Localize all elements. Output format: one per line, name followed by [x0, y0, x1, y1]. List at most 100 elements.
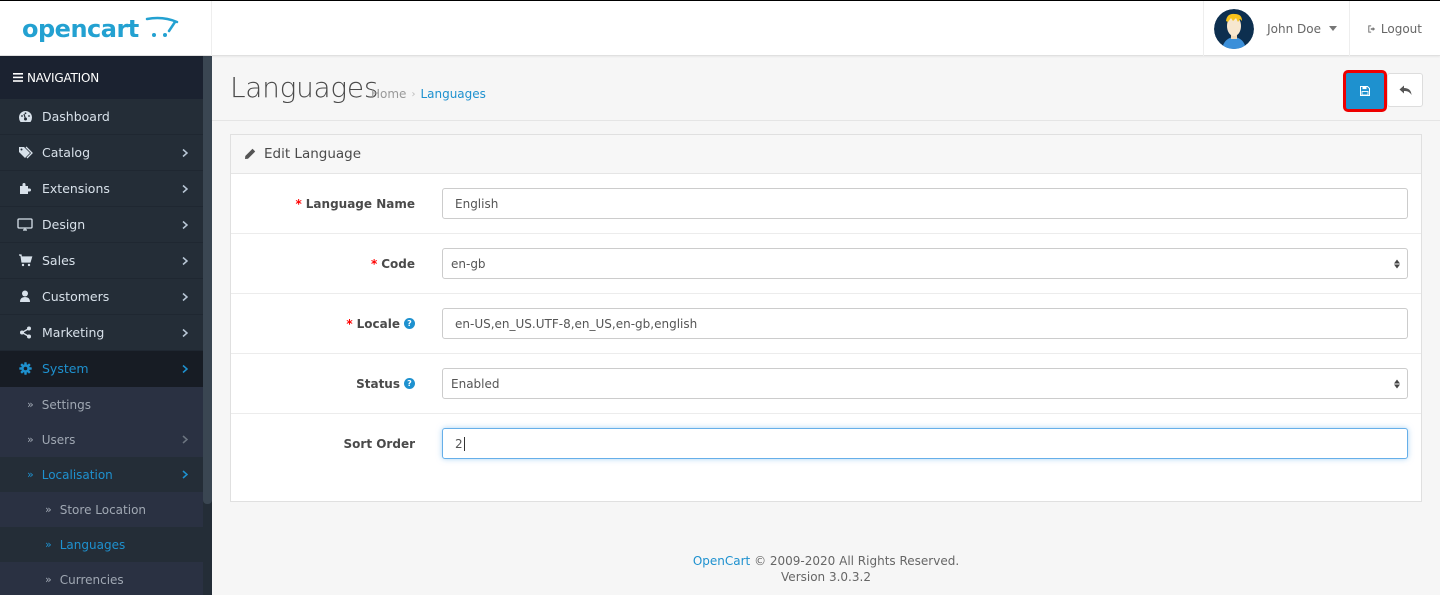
panel-heading: Edit Language — [231, 135, 1421, 174]
double-angle-right-icon: » — [45, 573, 52, 586]
puzzle-icon — [17, 181, 33, 197]
select-value: Enabled — [451, 376, 500, 391]
required-asterisk: * — [295, 196, 302, 211]
sidebar-subitem-label: Users — [41, 432, 76, 447]
page-header: Languages Home › Languages — [212, 56, 1440, 121]
form-row-code: * Code en-gb — [231, 234, 1421, 294]
chevron-right-icon — [182, 181, 189, 196]
sidebar-subitem-label: Localisation — [41, 467, 113, 482]
user-icon — [17, 289, 33, 305]
question-circle-icon[interactable]: ? — [404, 318, 415, 329]
cart-icon — [17, 253, 33, 269]
sidebar-item-label: Extensions — [42, 181, 110, 196]
form-row-sort-order: Sort Order 2 — [231, 414, 1421, 474]
sidebar-subitem-label: Settings — [41, 397, 91, 412]
sidebar-item-label: Design — [42, 217, 86, 232]
sidebar-item-dashboard[interactable]: Dashboard — [0, 99, 203, 135]
form-row-status: Status ? Enabled — [231, 354, 1421, 414]
double-angle-right-icon: » — [45, 538, 52, 551]
sidebar-item-marketing[interactable]: Marketing — [0, 315, 203, 351]
save-button[interactable] — [1343, 70, 1387, 112]
sidebar-scrollbar-thumb[interactable] — [203, 56, 212, 504]
bars-icon — [13, 73, 23, 82]
logo-text: opencart — [22, 14, 139, 43]
sidebar-item-label: Catalog — [42, 145, 91, 160]
back-button[interactable] — [1387, 73, 1423, 107]
double-angle-right-icon: » — [27, 468, 34, 481]
status-select[interactable]: Enabled — [442, 368, 1408, 399]
cart-logo-icon — [145, 16, 179, 37]
double-angle-right-icon: » — [27, 398, 34, 411]
footer-opencart-link[interactable]: OpenCart — [693, 554, 750, 568]
sidebar-subitem-languages[interactable]: » Languages — [0, 527, 203, 562]
chevron-right-icon — [182, 325, 189, 340]
chevron-right-icon — [182, 145, 189, 160]
page-title: Languages — [230, 71, 379, 104]
double-angle-right-icon: » — [27, 433, 34, 446]
navigation-title: NAVIGATION — [27, 70, 100, 85]
field-label-text: Locale — [356, 316, 400, 331]
field-label: * Language Name — [296, 197, 416, 211]
required-asterisk: * — [346, 316, 353, 331]
sidebar-item-label: System — [42, 361, 89, 376]
logout-link[interactable]: Logout — [1349, 1, 1440, 56]
sidebar-subitem-label: Languages — [59, 537, 126, 552]
sidebar-subitem-currencies[interactable]: » Currencies — [0, 562, 203, 595]
sidebar-item-label: Marketing — [42, 325, 105, 340]
sidebar-item-sales[interactable]: Sales — [0, 243, 203, 279]
save-icon — [1360, 86, 1370, 96]
breadcrumb-languages[interactable]: Languages — [420, 87, 485, 101]
sort-order-input[interactable]: 2 — [442, 428, 1408, 459]
field-label: * Locale ? — [346, 317, 415, 331]
field-label-text: Sort Order — [343, 437, 415, 451]
opencart-logo[interactable]: opencart — [0, 1, 212, 56]
sidebar-item-label: Customers — [42, 289, 110, 304]
field-label-text: Code — [381, 256, 415, 271]
breadcrumb-separator: › — [411, 88, 416, 100]
code-select[interactable]: en-gb — [442, 248, 1408, 279]
sidebar-item-label: Sales — [42, 253, 76, 268]
chevron-right-icon — [182, 217, 189, 232]
panel-title: Edit Language — [264, 146, 362, 162]
field-label: Status ? — [356, 377, 415, 391]
sidebar-subitem-localisation[interactable]: » Localisation — [0, 457, 203, 492]
desktop-icon — [17, 217, 33, 233]
text-cursor — [463, 436, 465, 451]
question-circle-icon[interactable]: ? — [404, 378, 415, 389]
edit-language-panel: Edit Language * Language Name English * … — [230, 134, 1422, 502]
sidebar-item-customers[interactable]: Customers — [0, 279, 203, 315]
user-name: John Doe — [1267, 21, 1321, 36]
gear-icon — [17, 361, 33, 377]
sign-out-icon — [1368, 24, 1376, 33]
sidebar-item-label: Dashboard — [42, 109, 110, 124]
top-header: opencart John Doe Logout — [0, 0, 1440, 56]
sidebar-item-system[interactable]: System — [0, 351, 203, 387]
input-value: English — [455, 196, 499, 211]
double-angle-right-icon: » — [45, 503, 52, 516]
language-name-input[interactable]: English — [442, 188, 1408, 219]
select-arrows-icon — [1394, 259, 1400, 268]
breadcrumb: Home › Languages — [371, 87, 486, 101]
sidebar-item-catalog[interactable]: Catalog — [0, 135, 203, 171]
sidebar-item-extensions[interactable]: Extensions — [0, 171, 203, 207]
user-avatar — [1214, 8, 1255, 49]
sidebar-subitem-store-location[interactable]: » Store Location — [0, 492, 203, 527]
sidebar-item-design[interactable]: Design — [0, 207, 203, 243]
sidebar-subitem-users[interactable]: » Users — [0, 422, 203, 457]
select-value: en-gb — [451, 256, 486, 271]
sidebar-subitem-settings[interactable]: » Settings — [0, 387, 203, 422]
select-arrows-icon — [1394, 379, 1400, 388]
chevron-right-icon — [182, 361, 189, 376]
field-label-text: Status — [356, 376, 400, 391]
locale-input[interactable]: en-US,en_US.UTF-8,en_US,en-gb,english — [442, 308, 1408, 339]
sidebar-navigation: NAVIGATION Dashboard Catalog Extensions … — [0, 56, 212, 595]
user-menu-dropdown[interactable]: John Doe — [1203, 1, 1349, 56]
share-icon — [17, 325, 33, 341]
navigation-heading: NAVIGATION — [0, 56, 212, 99]
chevron-right-icon — [182, 468, 189, 482]
main-content: Languages Home › Languages Edit Language — [212, 56, 1440, 595]
chevron-right-icon — [182, 253, 189, 268]
breadcrumb-home[interactable]: Home — [371, 87, 406, 101]
footer: OpenCart © 2009-2020 All Rights Reserved… — [212, 553, 1440, 585]
required-asterisk: * — [370, 256, 378, 271]
